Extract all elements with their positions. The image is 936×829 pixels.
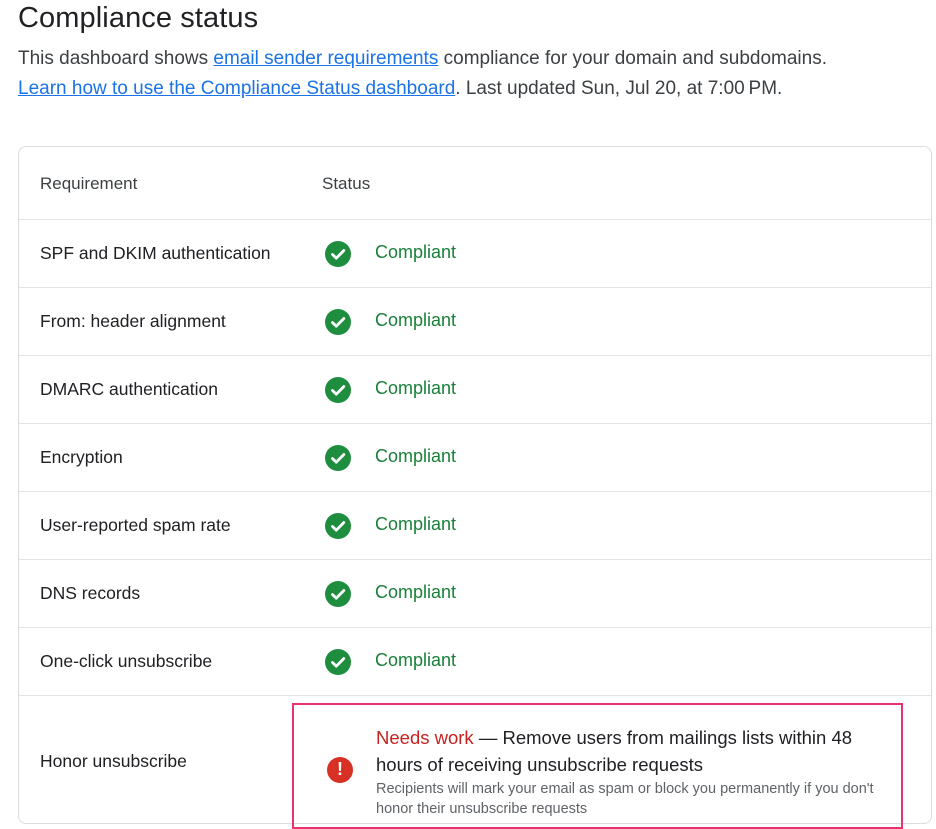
status-compliant: Compliant (375, 242, 457, 262)
status-compliant: Compliant (375, 582, 457, 602)
page-description: This dashboard shows email sender requir… (18, 44, 928, 104)
status-compliant: Compliant (375, 446, 457, 466)
requirement-name: Honor unsubscribe (40, 751, 187, 771)
email-sender-requirements-link[interactable]: email sender requirements (213, 48, 438, 69)
table-row: One-click unsubscribe Compliant (19, 627, 931, 696)
status-compliant: Compliant (375, 310, 457, 330)
requirement-column-header: Requirement (40, 174, 138, 193)
table-row: DMARC authentication Compliant (19, 355, 931, 424)
requirement-name: DNS records (40, 583, 141, 603)
check-circle-icon (325, 377, 351, 403)
learn-dashboard-link[interactable]: Learn how to use the Compliance Status d… (18, 78, 455, 99)
description-text: This dashboard shows (18, 48, 214, 69)
needs-work-message: Needs work — Remove users from mailings … (376, 724, 886, 778)
requirement-name: User-reported spam rate (40, 515, 231, 535)
description-text: compliance for your domain and subdomain… (438, 48, 827, 69)
needs-work-highlight: ! Needs work — Remove users from mailing… (292, 703, 903, 829)
page-title: Compliance status (18, 2, 259, 34)
error-alert-icon: ! (327, 757, 353, 783)
requirement-name: SPF and DKIM authentication (40, 243, 271, 263)
status-compliant: Compliant (375, 650, 457, 670)
needs-work-detail: Recipients will mark your email as spam … (376, 781, 874, 817)
check-circle-icon (325, 309, 351, 335)
table-row: SPF and DKIM authentication Compliant (19, 219, 931, 288)
last-updated-text: . Last updated Sun, Jul 20, at 7:00 PM. (455, 78, 783, 99)
table-header-row: Requirement Status (19, 147, 931, 220)
check-circle-icon (325, 241, 351, 267)
check-circle-icon (325, 649, 351, 675)
requirement-name: Encryption (40, 447, 123, 467)
em-dash: — (473, 727, 503, 748)
requirement-name: One-click unsubscribe (40, 651, 213, 671)
check-circle-icon (325, 513, 351, 539)
table-row: Honor unsubscribe ! Needs work — Remove … (19, 695, 931, 829)
table-row: User-reported spam rate Compliant (19, 491, 931, 560)
status-needs-work: Needs work (376, 727, 474, 748)
requirement-name: From: header alignment (40, 311, 226, 331)
status-compliant: Compliant (375, 514, 457, 534)
requirement-name: DMARC authentication (40, 379, 218, 399)
check-circle-icon (325, 445, 351, 471)
table-row: DNS records Compliant (19, 559, 931, 628)
status-compliant: Compliant (375, 378, 457, 398)
status-column-header: Status (322, 174, 371, 193)
table-row: From: header alignment Compliant (19, 287, 931, 356)
check-circle-icon (325, 581, 351, 607)
compliance-table: Requirement Status SPF and DKIM authenti… (18, 146, 932, 829)
table-row: Encryption Compliant (19, 423, 931, 492)
